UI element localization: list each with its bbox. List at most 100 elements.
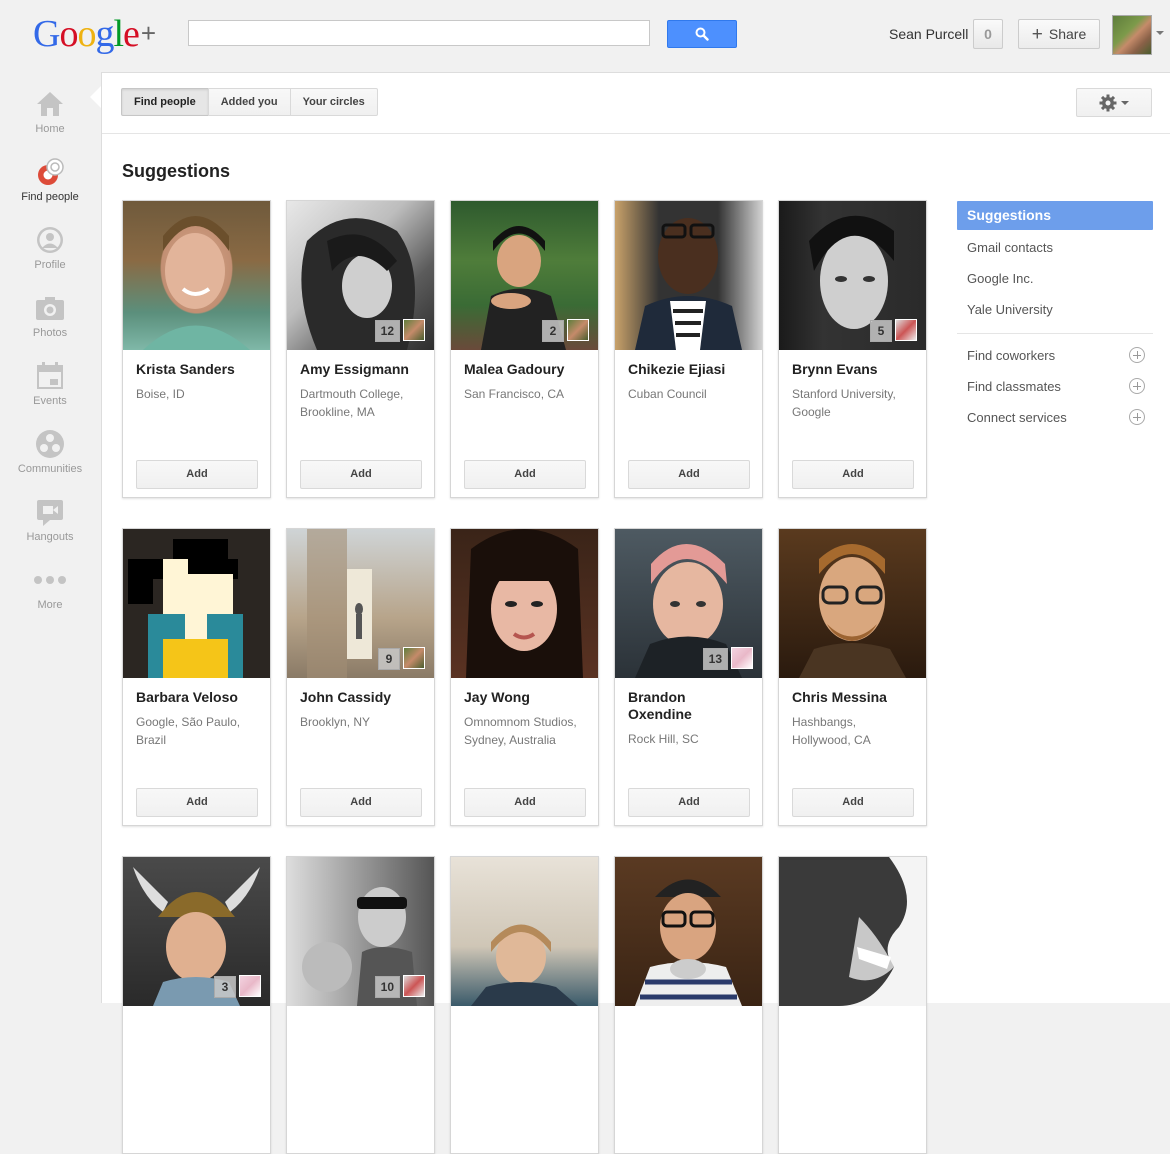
person-card bbox=[450, 856, 599, 1154]
person-name[interactable]: Brynn Evans bbox=[792, 361, 916, 378]
google-plus-logo[interactable]: Google+ bbox=[33, 12, 156, 56]
add-button[interactable]: Add bbox=[464, 788, 586, 817]
mutual-contact-avatar[interactable] bbox=[403, 319, 425, 341]
person-name[interactable]: Chikezie Ejiasi bbox=[628, 361, 752, 378]
person-card: 5 Brynn Evans Stanford University, Googl… bbox=[778, 200, 927, 498]
main-content: Find people Added you Your circles Sugge… bbox=[101, 72, 1170, 1154]
person-info: Dartmouth College, bbox=[300, 387, 404, 401]
gear-icon bbox=[1099, 94, 1117, 111]
filter-google-inc[interactable]: Google Inc. bbox=[957, 263, 1153, 294]
profile-photo[interactable] bbox=[615, 857, 762, 1006]
nav-item-find-people[interactable]: Find people bbox=[0, 157, 100, 203]
connect-services-label: Connect services bbox=[967, 410, 1067, 425]
mutual-contact-avatar[interactable] bbox=[403, 975, 425, 997]
search-icon bbox=[695, 27, 709, 41]
person-name[interactable]: Amy Essigmann bbox=[300, 361, 424, 378]
filter-suggestions[interactable]: Suggestions bbox=[957, 201, 1153, 230]
nav-item-home[interactable]: Home bbox=[0, 89, 100, 135]
filter-gmail-contacts[interactable]: Gmail contacts bbox=[957, 232, 1153, 263]
nav-label-events: Events bbox=[33, 395, 67, 407]
add-circle-icon[interactable] bbox=[1129, 409, 1145, 425]
profile-photo[interactable] bbox=[123, 201, 270, 350]
mutual-contact-avatar[interactable] bbox=[567, 319, 589, 341]
mutual-contact-avatar[interactable] bbox=[895, 319, 917, 341]
shared-circles-count: 3 bbox=[214, 976, 236, 998]
person-name[interactable]: Barbara Veloso bbox=[136, 689, 260, 706]
person-card: 13 Brandon Oxendine Rock Hill, SC Add bbox=[614, 528, 763, 826]
person-name[interactable]: Krista Sanders bbox=[136, 361, 260, 378]
tab-your-circles[interactable]: Your circles bbox=[289, 88, 378, 116]
person-card: Jay Wong Omnomnom Studios, Sydney, Austr… bbox=[450, 528, 599, 826]
add-button[interactable]: Add bbox=[464, 460, 586, 489]
person-info: San Francisco, CA bbox=[464, 387, 565, 401]
avatar[interactable] bbox=[1112, 15, 1152, 55]
add-button[interactable]: Add bbox=[792, 460, 914, 489]
profile-photo[interactable] bbox=[779, 529, 926, 678]
search-input[interactable] bbox=[188, 20, 650, 46]
profile-photo[interactable] bbox=[451, 857, 598, 1006]
profile-icon bbox=[34, 225, 66, 255]
add-button[interactable]: Add bbox=[628, 788, 750, 817]
person-info: Brooklyn, NY bbox=[300, 715, 371, 729]
left-navigation: Home Find people Profile Photos Events C… bbox=[0, 72, 100, 1003]
mutual-contact-avatar[interactable] bbox=[731, 647, 753, 669]
add-circle-icon[interactable] bbox=[1129, 378, 1145, 394]
find-classmates-label: Find classmates bbox=[967, 379, 1061, 394]
chevron-down-icon[interactable] bbox=[1156, 31, 1164, 35]
suggestions-filter-panel: Suggestions Gmail contacts Google Inc. Y… bbox=[957, 201, 1153, 433]
share-button[interactable]: + Share bbox=[1018, 19, 1100, 49]
person-name[interactable]: Chris Messina bbox=[792, 689, 916, 706]
person-info: Hashbangs, bbox=[792, 715, 857, 729]
person-name[interactable]: Brandon Oxendine bbox=[628, 689, 752, 723]
nav-label-communities: Communities bbox=[17, 463, 83, 475]
nav-item-hangouts[interactable]: Hangouts bbox=[0, 497, 100, 543]
person-card: 10 bbox=[286, 856, 435, 1154]
add-button[interactable]: Add bbox=[628, 460, 750, 489]
tab-bar: Find people Added you Your circles bbox=[121, 88, 378, 116]
profile-photo[interactable] bbox=[779, 857, 926, 1006]
nav-item-photos[interactable]: Photos bbox=[0, 293, 100, 339]
person-card bbox=[778, 856, 927, 1154]
settings-button[interactable] bbox=[1076, 88, 1152, 117]
profile-photo[interactable] bbox=[123, 529, 270, 678]
nav-item-events[interactable]: Events bbox=[0, 361, 100, 407]
person-info: Hollywood, CA bbox=[792, 733, 871, 747]
nav-label-find-people: Find people bbox=[21, 191, 79, 203]
person-info: Sydney, Australia bbox=[464, 733, 556, 747]
add-button[interactable]: Add bbox=[792, 788, 914, 817]
active-nav-pointer bbox=[90, 86, 101, 108]
profile-photo[interactable] bbox=[615, 201, 762, 350]
filter-yale-university[interactable]: Yale University bbox=[957, 294, 1153, 325]
mutual-contact-avatar[interactable] bbox=[403, 647, 425, 669]
add-button[interactable]: Add bbox=[300, 788, 422, 817]
person-card bbox=[614, 856, 763, 1154]
search-button[interactable] bbox=[667, 20, 737, 48]
nav-item-communities[interactable]: Communities bbox=[0, 429, 100, 475]
tab-added-you[interactable]: Added you bbox=[207, 88, 291, 116]
add-button[interactable]: Add bbox=[300, 460, 422, 489]
find-classmates-link[interactable]: Find classmates bbox=[957, 371, 1153, 402]
user-name[interactable]: Sean Purcell bbox=[889, 26, 968, 42]
nav-item-more[interactable]: More bbox=[0, 565, 100, 611]
person-name[interactable]: Jay Wong bbox=[464, 689, 588, 706]
mutual-contact-avatar[interactable] bbox=[239, 975, 261, 997]
shared-circles-count: 2 bbox=[542, 320, 564, 342]
divider bbox=[957, 333, 1153, 334]
find-coworkers-link[interactable]: Find coworkers bbox=[957, 340, 1153, 371]
add-circle-icon[interactable] bbox=[1129, 347, 1145, 363]
nav-label-more: More bbox=[37, 599, 63, 611]
connect-services-link[interactable]: Connect services bbox=[957, 402, 1153, 433]
add-button[interactable]: Add bbox=[136, 460, 258, 489]
person-name[interactable]: Malea Gadoury bbox=[464, 361, 588, 378]
notification-count-button[interactable]: 0 bbox=[973, 19, 1003, 49]
home-icon bbox=[34, 89, 66, 119]
person-name[interactable]: John Cassidy bbox=[300, 689, 424, 706]
person-card: Barbara Veloso Google, São Paulo, Brazil… bbox=[122, 528, 271, 826]
nav-item-profile[interactable]: Profile bbox=[0, 225, 100, 271]
shared-circles-count: 5 bbox=[870, 320, 892, 342]
person-info: Stanford University, bbox=[792, 387, 896, 401]
profile-photo[interactable] bbox=[451, 529, 598, 678]
add-button[interactable]: Add bbox=[136, 788, 258, 817]
nav-label-hangouts: Hangouts bbox=[26, 531, 74, 543]
tab-find-people[interactable]: Find people bbox=[121, 88, 209, 116]
